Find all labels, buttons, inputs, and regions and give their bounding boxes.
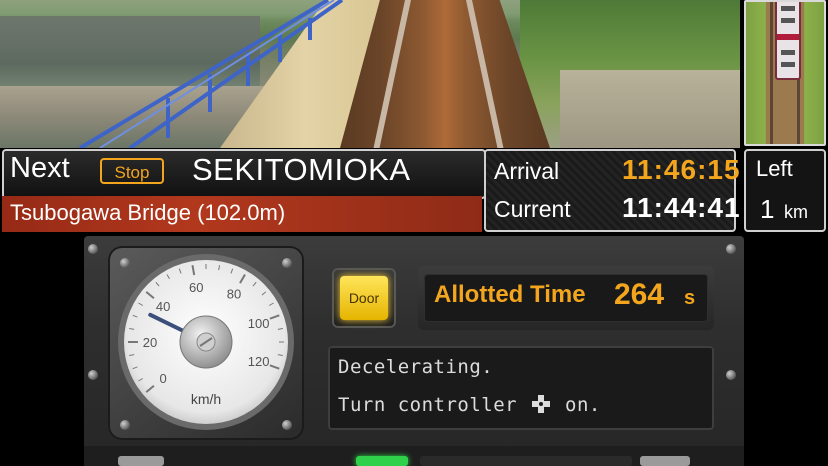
lower-control-left[interactable]	[118, 456, 164, 466]
left-distance-unit: km	[784, 202, 808, 222]
dpad-icon	[532, 395, 551, 413]
next-label: Next	[10, 152, 70, 184]
minimap-view	[744, 0, 826, 146]
screw-icon	[726, 370, 736, 380]
door-button-label[interactable]: Door	[340, 276, 388, 320]
lower-control-center[interactable]	[420, 456, 632, 466]
message-line-2-prefix: Turn controller	[338, 394, 518, 416]
message-line-2-suffix: on.	[565, 394, 601, 416]
left-distance-value: 1	[760, 194, 775, 224]
stop-badge: Stop	[100, 158, 164, 184]
speed-tick-label: 60	[189, 280, 203, 295]
message-line-2: Turn controller on.	[338, 394, 601, 416]
train-window	[781, 62, 795, 67]
allotted-time-label: Allotted Time	[434, 281, 586, 308]
allotted-time-value: 264	[614, 278, 665, 311]
bridge-railing	[78, 0, 344, 148]
station-name: SEKITOMIOKA	[192, 152, 411, 187]
speed-tick-label: 80	[227, 287, 241, 302]
track-minimap	[742, 0, 826, 146]
speed-unit-label: km/h	[191, 391, 221, 407]
arrival-time: 11:46:15	[622, 154, 741, 185]
allotted-time-unit: s	[684, 287, 696, 309]
speedometer: 0 20 40 60 80 100 120 km/h	[118, 254, 294, 430]
speed-tick-label: 120	[248, 354, 270, 369]
arrival-label: Arrival	[494, 158, 560, 184]
message-line-1: Decelerating.	[338, 356, 494, 378]
screw-icon	[726, 244, 736, 254]
speed-tick-label: 100	[248, 316, 270, 331]
screw-icon	[88, 244, 98, 254]
current-time: 11:44:41	[622, 192, 741, 223]
lower-control-right[interactable]	[640, 456, 690, 466]
train-marker-icon	[775, 2, 801, 80]
train-stripe	[777, 34, 799, 40]
speed-tick-label: 0	[159, 371, 166, 386]
train-window	[781, 18, 795, 23]
location-text: Tsubogawa Bridge (102.0m)	[10, 200, 286, 225]
train-window	[781, 50, 795, 55]
screw-icon	[88, 370, 98, 380]
speed-tick-label: 20	[143, 335, 157, 350]
driver-view	[0, 0, 740, 148]
left-label: Left	[756, 156, 793, 181]
embankment	[560, 70, 740, 148]
lower-control-green-light[interactable]	[356, 456, 408, 466]
game-screen: Next Stop SEKITOMIOKA Tsubogawa Bridge (…	[0, 0, 828, 466]
speed-tick-label: 40	[156, 299, 170, 314]
minimap-rail	[770, 2, 773, 144]
current-label: Current	[494, 196, 571, 222]
train-window	[781, 6, 795, 11]
